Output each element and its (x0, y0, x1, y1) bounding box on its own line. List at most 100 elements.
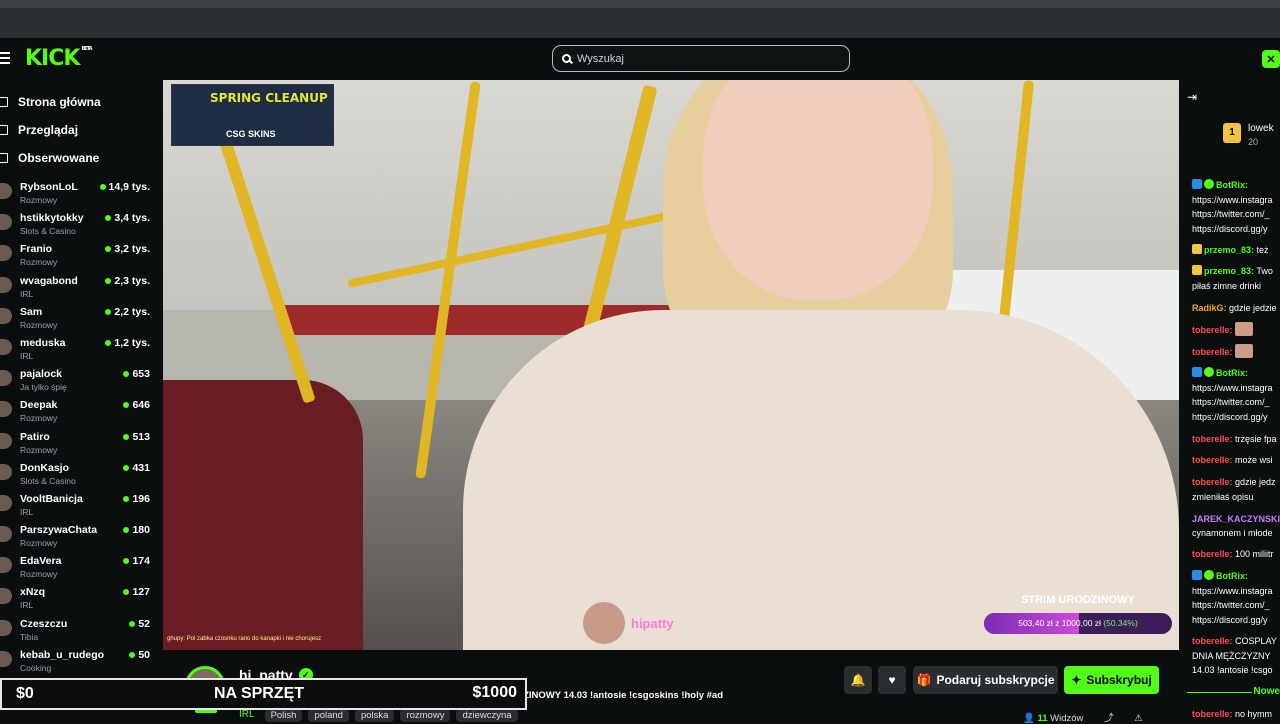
chat-username[interactable]: JAREK_KACZYNSKI (1192, 514, 1280, 524)
subscribe-button[interactable]: ✦ Subskrybuj (1064, 666, 1159, 694)
channel-category: Rozmowy (20, 413, 58, 424)
share-icon[interactable]: ⤴ (1104, 713, 1114, 724)
sidebar-channel-item[interactable]: pajalock Ja tylko śpię 653 (0, 367, 158, 398)
channel-category: Rozmowy (20, 569, 58, 580)
chat-message: https://twitter.com/_ (1192, 598, 1270, 613)
chat-text: no hymm (1232, 709, 1273, 719)
chat-message: RadikG: gdzie jedzie (1192, 301, 1277, 316)
chat-username[interactable]: przemo_83: (1204, 266, 1254, 276)
chat-username[interactable]: BotRix: (1216, 571, 1248, 581)
chat-text: https://twitter.com/_ (1192, 209, 1270, 219)
x-icon[interactable]: ✕ (1262, 50, 1280, 68)
chat-message: toberelle: (1192, 322, 1254, 338)
gift-subscription-button[interactable]: 🎁 Podaruj subskrypcje (913, 666, 1058, 694)
viewer-count: 1,2 tys. (105, 337, 150, 349)
sidebar-channel-item[interactable]: hstikkytokky Slots & Casino 3,4 tys. (0, 211, 158, 242)
sidebar-channel-item[interactable]: meduska IRL 1,2 tys. (0, 336, 158, 367)
chat-text: gdzie jedz (1232, 477, 1276, 487)
video-frame (703, 80, 933, 300)
avatar (0, 557, 12, 574)
sidebar-channel-item[interactable]: Deepak Rozmowy 646 (0, 398, 158, 429)
chat-username[interactable]: BotRix: (1216, 368, 1248, 378)
chat-username[interactable]: toberelle: (1192, 347, 1233, 357)
sidebar-channel-item[interactable]: wvagabond IRL 2,3 tys. (0, 274, 158, 305)
chat-username[interactable]: toberelle: (1192, 549, 1233, 559)
chat-username[interactable]: toberelle: (1192, 477, 1233, 487)
donation-goal-overlay: $0 NA SPRZĘT $1000 (0, 678, 527, 710)
channel-category: IRL (20, 506, 34, 517)
promo-brand: CSG SKINS (226, 129, 276, 139)
tag[interactable]: Polish (264, 709, 303, 722)
chat-text: https://www.instagra (1192, 383, 1273, 393)
collapse-chat-icon[interactable]: ⇥ (1187, 90, 1197, 104)
pinned-count: 20 (1248, 137, 1259, 147)
sidebar-channel-item[interactable]: Sam Rozmowy 2,2 tys. (0, 305, 158, 336)
sidebar-channel-item[interactable]: EdaVera Rozmowy 174 (0, 554, 158, 585)
tag[interactable]: rozmowy (400, 709, 451, 722)
heart-icon (0, 153, 8, 163)
kick-logo[interactable]: KICK BETA (25, 46, 93, 71)
verified-icon (1204, 570, 1214, 580)
browser-tab-strip (0, 0, 1280, 8)
emote-icon (1235, 322, 1254, 336)
nav-following[interactable]: Obserwowane (0, 148, 99, 168)
viewer-count: 653 (123, 368, 150, 380)
sidebar-channel-item[interactable]: Patiro Rozmowy 513 (0, 430, 158, 461)
chat-message: https://twitter.com/_ (1192, 207, 1270, 222)
channel-category: Rozmowy (20, 319, 58, 330)
nav-browse[interactable]: Przeglądaj (0, 120, 78, 140)
category-link[interactable]: IRL (239, 709, 255, 722)
avatar (0, 526, 12, 543)
search-bar[interactable] (552, 45, 850, 72)
pinned-user[interactable]: lowek (1248, 123, 1274, 134)
heart-icon[interactable]: ♥ (878, 666, 906, 694)
new-messages-label[interactable]: Nowe (1179, 686, 1280, 697)
chat-message: https://www.instagra (1192, 381, 1273, 396)
video-player[interactable]: SPRING CLEANUP CSG SKINS ghupy: Pol zabk… (163, 80, 1179, 650)
chat-message: https://discord.gg/y (1192, 222, 1268, 237)
channel-category: Rozmowy (20, 257, 58, 268)
chat-username[interactable]: toberelle: (1192, 434, 1233, 444)
chat-message: https://www.instagra (1192, 193, 1273, 208)
chat-text: 100 miliitr (1232, 549, 1274, 559)
sidebar-channel-item[interactable]: Czeszczu Tibia 52 (0, 617, 158, 648)
sidebar-channel-item[interactable]: Franio Rozmowy 3,2 tys. (0, 242, 158, 273)
verified-icon (1204, 179, 1214, 189)
channel-category: Cooking (20, 662, 52, 673)
search-input[interactable] (577, 52, 827, 65)
chat-message: toberelle: trzęsie fpa (1192, 432, 1277, 447)
overlay-title: NA SPRZĘT (214, 685, 305, 702)
chat-text: też (1254, 245, 1269, 255)
sidebar-channel-item[interactable]: ParszywaChata Rozmowy 180 (0, 523, 158, 554)
viewer-count: 431 (123, 462, 150, 474)
tag[interactable]: poland (308, 709, 349, 722)
nav-home[interactable]: Strona główna (0, 92, 101, 112)
chat-username[interactable]: RadikG: (1192, 303, 1227, 313)
chat-username[interactable]: toberelle: (1192, 455, 1233, 465)
search-icon (562, 54, 571, 63)
overlay-left: $0 (16, 685, 34, 702)
tag[interactable]: dziewczyna (456, 709, 518, 722)
nav-label: Przeglądaj (18, 123, 79, 137)
sidebar-channel-item[interactable]: kebab_u_rudego Cooking 50 (0, 648, 158, 679)
sidebar-channel-item[interactable]: VooltBanicja IRL 196 (0, 492, 158, 523)
sidebar-channel-item[interactable]: xNzq IRL 127 (0, 585, 158, 616)
menu-icon[interactable] (0, 52, 10, 67)
report-icon[interactable]: ⚠ (1134, 713, 1143, 724)
avatar (583, 602, 625, 644)
channel-name: Czeszczu (20, 617, 68, 630)
tag[interactable]: polska (354, 709, 395, 722)
avatar (0, 214, 12, 231)
sidebar-channel-item[interactable]: DonKasjo Slots & Casino 431 (0, 461, 158, 492)
avatar (0, 338, 12, 355)
chat-username[interactable]: przemo_83: (1204, 245, 1254, 255)
chat-username[interactable]: BotRix: (1216, 180, 1248, 190)
bell-icon[interactable]: 🔔 (844, 666, 872, 694)
channel-name: xNzq (20, 586, 46, 599)
channel-category: IRL (20, 350, 34, 361)
viewer-count: 50 (129, 649, 150, 661)
chat-username[interactable]: toberelle: (1192, 709, 1233, 719)
chat-username[interactable]: toberelle: (1192, 636, 1233, 646)
sidebar-channel-item[interactable]: RybsonLoL Rozmowy 14,9 tys. (0, 180, 158, 211)
chat-username[interactable]: toberelle: (1192, 325, 1233, 335)
